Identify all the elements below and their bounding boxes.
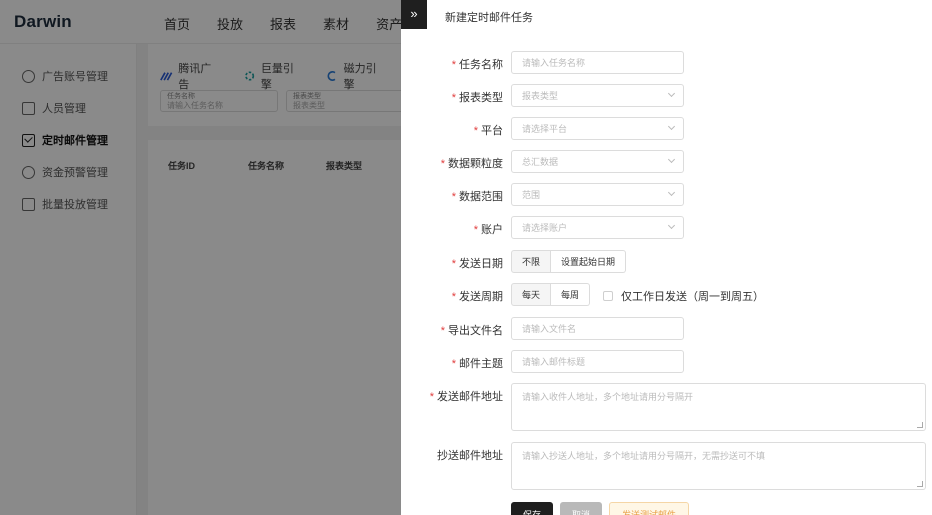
report-type-select[interactable]: 报表类型 — [511, 84, 684, 107]
form-row-recipients: * 发送邮件地址 请输入收件人地址，多个地址请用分号隔开 — [401, 383, 932, 431]
recipients-textarea[interactable]: 请输入收件人地址，多个地址请用分号隔开 — [511, 383, 926, 431]
field-label: 抄送邮件地址 — [437, 450, 503, 462]
required-mark: * — [451, 59, 456, 71]
field-label: * 发送邮件地址 — [429, 391, 503, 403]
field-label: * 报表类型 — [451, 92, 503, 104]
resize-handle-icon[interactable] — [917, 481, 923, 487]
form-row-data-range: * 数据范围 范围 — [401, 183, 932, 207]
form-row-platform: * 平台 请选择平台 — [401, 117, 932, 141]
file-name-input[interactable]: 请输入文件名 — [511, 317, 684, 340]
field-label: * 任务名称 — [451, 59, 503, 71]
send-date-unlimited-button[interactable]: 不限 — [511, 250, 552, 273]
chevron-down-icon — [667, 122, 676, 131]
new-scheduled-mail-drawer: 新建定时邮件任务 * 任务名称 请输入任务名称 * 报表类型 报表类型 * 平台 请选… — [401, 0, 932, 515]
drawer-title: 新建定时邮件任务 — [445, 12, 533, 24]
field-label: * 数据颗粒度 — [440, 158, 503, 170]
checkbox-box[interactable] — [603, 291, 613, 301]
field-label: * 账户 — [473, 224, 503, 236]
send-test-mail-button[interactable]: 发送测试邮件 — [609, 502, 690, 515]
field-label: * 数据范围 — [451, 191, 503, 203]
send-cycle-weekly-button[interactable]: 每周 — [551, 283, 591, 306]
select-placeholder: 总汇数据 — [522, 157, 559, 167]
form-row-task-name: * 任务名称 请输入任务名称 — [401, 51, 932, 75]
send-date-toggle: 不限 设置起始日期 — [511, 250, 627, 273]
form-row-send-date: * 发送日期 不限 设置起始日期 — [401, 250, 932, 274]
select-placeholder: 请选择平台 — [522, 124, 568, 134]
send-cycle-daily-button[interactable]: 每天 — [511, 283, 552, 306]
field-label: * 导出文件名 — [440, 325, 503, 337]
granularity-select[interactable]: 总汇数据 — [511, 150, 684, 173]
account-select[interactable]: 请选择账户 — [511, 216, 684, 239]
chevron-down-icon — [667, 155, 676, 164]
workdays-only-checkbox[interactable]: 仅工作日发送（周一到周五） — [603, 288, 764, 304]
form-row-send-cycle: * 发送周期 每天 每周 仅工作日发送（周一到周五） — [401, 283, 932, 307]
required-mark: * — [451, 291, 456, 303]
select-placeholder: 范围 — [522, 190, 541, 200]
field-label: * 平台 — [473, 125, 503, 137]
required-mark: * — [451, 92, 456, 104]
form-row-cc: 抄送邮件地址 请输入抄送人地址，多个地址请用分号隔开，无需抄送可不填 — [401, 442, 932, 490]
cc-textarea[interactable]: 请输入抄送人地址，多个地址请用分号隔开，无需抄送可不填 — [511, 442, 926, 490]
required-mark: * — [451, 191, 456, 203]
textarea-placeholder: 请输入抄送人地址，多个地址请用分号隔开，无需抄送可不填 — [522, 451, 766, 461]
required-mark: * — [451, 258, 456, 270]
required-mark: * — [440, 325, 445, 337]
required-mark: * — [451, 358, 456, 370]
checkbox-label: 仅工作日发送（周一到周五） — [621, 291, 764, 303]
select-placeholder: 请选择账户 — [522, 223, 568, 233]
required-mark: * — [440, 158, 445, 170]
required-mark: * — [473, 224, 478, 236]
form-row-report-type: * 报表类型 报表类型 — [401, 84, 932, 108]
platform-select[interactable]: 请选择平台 — [511, 117, 684, 140]
form-row-account: * 账户 请选择账户 — [401, 216, 932, 240]
required-mark: * — [473, 125, 478, 137]
input-placeholder: 请输入文件名 — [522, 324, 577, 334]
mail-subject-input[interactable]: 请输入邮件标题 — [511, 350, 684, 373]
field-label: * 邮件主题 — [451, 358, 503, 370]
chevron-down-icon — [667, 188, 676, 197]
form-row-subject: * 邮件主题 请输入邮件标题 — [401, 350, 932, 374]
chevron-down-icon — [667, 89, 676, 98]
data-range-select[interactable]: 范围 — [511, 183, 684, 206]
field-label: * 发送周期 — [451, 291, 503, 303]
resize-handle-icon[interactable] — [917, 422, 923, 428]
textarea-placeholder: 请输入收件人地址，多个地址请用分号隔开 — [522, 392, 694, 402]
collapse-drawer-button[interactable]: » — [401, 0, 427, 29]
form-row-granularity: * 数据颗粒度 总汇数据 — [401, 150, 932, 174]
send-date-set-start-button[interactable]: 设置起始日期 — [551, 250, 627, 273]
save-button[interactable]: 保存 — [511, 502, 554, 515]
input-placeholder: 请输入邮件标题 — [522, 357, 586, 367]
drawer-actions: 保存 取消 发送测试邮件 — [511, 502, 696, 515]
send-cycle-toggle: 每天 每周 — [511, 283, 591, 306]
field-label: * 发送日期 — [451, 258, 503, 270]
chevron-down-icon — [667, 221, 676, 230]
select-placeholder: 报表类型 — [522, 91, 559, 101]
task-name-input[interactable]: 请输入任务名称 — [511, 51, 684, 74]
required-mark: * — [429, 391, 434, 403]
cancel-button[interactable]: 取消 — [560, 502, 603, 515]
form-row-file-name: * 导出文件名 请输入文件名 — [401, 317, 932, 341]
input-placeholder: 请输入任务名称 — [522, 58, 586, 68]
